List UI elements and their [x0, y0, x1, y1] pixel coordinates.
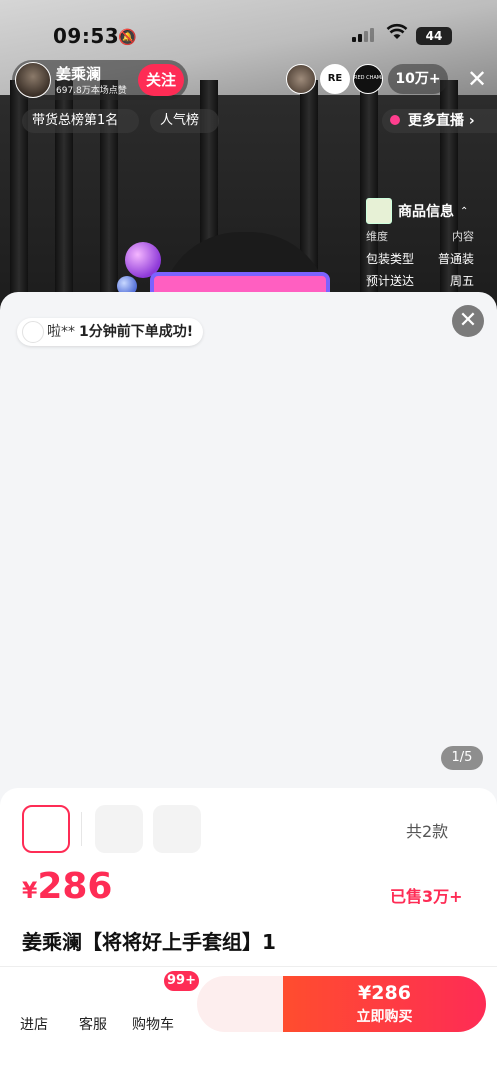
variant-swatch[interactable]: [95, 805, 143, 853]
product-info-panel[interactable]: 商品信息 ⌃ 维度 内容 包装类型 普通装 预计送达 周五: [362, 196, 492, 292]
cart-button[interactable]: 购物车: [132, 1014, 174, 1034]
order-message: 1分钟前下单成功!: [79, 324, 194, 340]
viewer-avatar[interactable]: RED CHAMBER: [353, 64, 383, 94]
variant-count[interactable]: 共2款: [406, 818, 448, 842]
host-likes: 697.8万本场点赞: [56, 86, 127, 96]
variant-swatch[interactable]: [153, 805, 201, 853]
chevron-right-icon: ›: [464, 113, 475, 129]
more-live-label: 更多直播: [408, 113, 464, 129]
status-time: 09:53: [53, 24, 120, 48]
product-info-header[interactable]: 商品信息 ⌃: [362, 196, 492, 226]
chevron-up-icon: ⌃: [460, 205, 469, 217]
product-title: 姜乘澜【将将好上手套组】1: [22, 930, 276, 954]
row-key: 预计送达: [366, 274, 415, 288]
currency-symbol: ¥: [22, 879, 38, 904]
host-card[interactable]: 姜乘澜 697.8万本场点赞 关注: [12, 60, 188, 100]
store-button[interactable]: 进店: [20, 1014, 48, 1034]
close-icon[interactable]: ✕: [452, 305, 484, 337]
popularity-pill[interactable]: 人气榜: [150, 109, 219, 133]
bell-slash-icon: 🔕: [118, 28, 137, 46]
customer-service-button[interactable]: 客服: [79, 1014, 107, 1034]
product-info-table-header: 维度 内容: [362, 226, 492, 248]
product-info-row: 包装类型 普通装: [362, 248, 492, 270]
sold-count: 已售3万+: [390, 887, 463, 906]
col-content: 内容: [452, 230, 474, 243]
status-bar: 09:53 🔕 44: [0, 0, 497, 62]
order-toast: 啦** 1分钟前下单成功!: [17, 318, 204, 346]
buy-price: ¥286: [358, 982, 411, 1004]
viewer-avatar[interactable]: [286, 64, 316, 94]
signal-icon: [352, 28, 374, 42]
price-value: 286: [37, 866, 113, 907]
battery-indicator: 44: [416, 27, 452, 45]
avatar[interactable]: [15, 62, 51, 98]
product-price: ¥286: [22, 866, 112, 907]
add-to-cart-button[interactable]: [197, 976, 297, 1032]
row-value: 普通装: [437, 252, 474, 266]
live-dot-icon: [390, 115, 400, 125]
viewer-avatar[interactable]: RE: [320, 64, 350, 94]
cart-count-badge: 99+: [163, 970, 200, 992]
avatar: [22, 321, 44, 343]
buy-now-button[interactable]: ¥286 立即购买: [283, 976, 486, 1032]
rank-pill[interactable]: 带货总榜第1名: [22, 109, 139, 133]
host-name: 姜乘澜: [56, 65, 102, 83]
row-value: 周五: [449, 274, 474, 288]
buyer-name: 啦**: [47, 324, 75, 340]
variant-swatch-selected[interactable]: [22, 805, 70, 853]
image-counter: 1/5: [441, 746, 483, 770]
follow-button[interactable]: 关注: [138, 64, 184, 96]
viewer-count[interactable]: 10万+: [388, 64, 448, 94]
divider: [81, 812, 82, 846]
col-dimension: 维度: [366, 230, 388, 243]
buy-label: 立即购买: [356, 1009, 413, 1025]
close-icon[interactable]: ✕: [464, 64, 490, 94]
row-key: 包装类型: [366, 252, 415, 266]
wifi-icon: [386, 22, 408, 46]
product-thumbnail: [366, 198, 392, 224]
product-info-row: 预计送达 周五: [362, 270, 492, 292]
more-live-button[interactable]: 更多直播 ›: [382, 109, 497, 133]
product-info-title: 商品信息: [398, 204, 454, 220]
